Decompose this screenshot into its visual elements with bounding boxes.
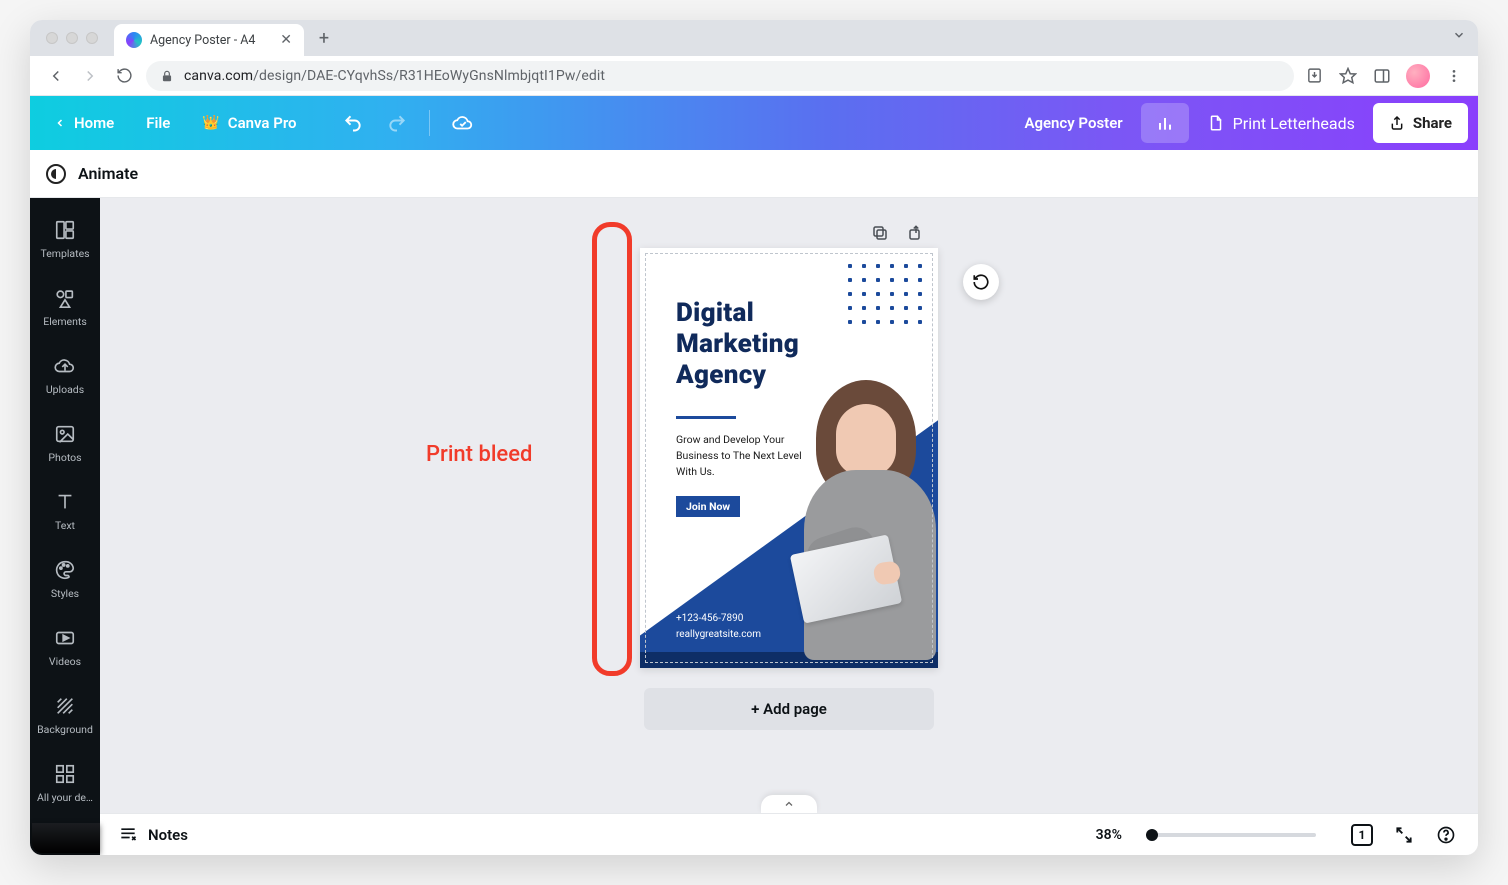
window-traffic-lights[interactable] xyxy=(38,20,106,56)
page-count-badge[interactable]: 1 xyxy=(1348,821,1376,849)
editor-stage[interactable]: Digital Marketing Agency Grow and Develo… xyxy=(100,198,1478,855)
dock-peek xyxy=(32,823,100,853)
sidebar-item-videos[interactable]: Videos xyxy=(30,614,100,680)
address-bar[interactable]: canva.com/design/DAE-CYqvhSs/R31HEoWyGns… xyxy=(146,61,1294,91)
sidebar-item-templates[interactable]: Templates xyxy=(30,206,100,272)
cloud-sync-icon[interactable] xyxy=(442,96,484,150)
page-tray-handle[interactable] xyxy=(761,795,817,813)
tab-title: Agency Poster - A4 xyxy=(150,33,272,48)
file-menu[interactable]: File xyxy=(132,96,184,150)
canvas-page[interactable]: Digital Marketing Agency Grow and Develo… xyxy=(640,248,938,668)
forward-button xyxy=(78,64,102,88)
lock-icon xyxy=(160,69,174,83)
redo-button xyxy=(377,96,417,150)
bookmark-star-icon[interactable] xyxy=(1338,66,1358,86)
context-toolbar: Animate xyxy=(30,150,1478,198)
left-sidebar: Templates Elements Uploads Photos Text S… xyxy=(30,198,100,855)
zoom-slider[interactable] xyxy=(1146,833,1316,837)
zoom-level[interactable]: 38% xyxy=(1096,827,1122,843)
poster-design: Digital Marketing Agency Grow and Develo… xyxy=(640,248,938,668)
reload-button[interactable] xyxy=(112,64,136,88)
document-name[interactable]: Agency Poster xyxy=(1010,114,1136,132)
notes-button[interactable]: Notes xyxy=(118,825,188,845)
add-page-button[interactable]: + Add page xyxy=(644,688,934,730)
dot-pattern xyxy=(846,262,924,326)
annotation-highlight xyxy=(592,222,632,676)
kebab-menu-icon[interactable] xyxy=(1444,66,1464,86)
animate-icon xyxy=(46,164,66,184)
canva-favicon xyxy=(126,32,142,48)
editor-footer: Notes 38% 1 xyxy=(100,813,1478,855)
sidebar-item-uploads[interactable]: Uploads xyxy=(30,342,100,408)
animate-button[interactable]: Animate xyxy=(78,164,138,183)
sidebar-item-background[interactable]: Background xyxy=(30,682,100,748)
tabs-chevron-down-icon[interactable] xyxy=(1452,28,1466,42)
annotation-label: Print bleed xyxy=(426,442,532,467)
url-text: canva.com/design/DAE-CYqvhSs/R31HEoWyGns… xyxy=(184,68,605,84)
poster-person-image[interactable] xyxy=(774,356,938,656)
sidebar-item-elements[interactable]: Elements xyxy=(30,274,100,340)
browser-tab-active[interactable]: Agency Poster - A4 ✕ xyxy=(114,24,304,56)
crown-icon: 👑 xyxy=(202,115,219,131)
fullscreen-button[interactable] xyxy=(1390,821,1418,849)
browser-window: Agency Poster - A4 ✕ + canva.com/design/… xyxy=(30,20,1478,855)
new-tab-button[interactable]: + xyxy=(310,24,338,52)
sidebar-item-styles[interactable]: Styles xyxy=(30,546,100,612)
profile-avatar[interactable] xyxy=(1406,64,1430,88)
canva-pro-button[interactable]: 👑Canva Pro xyxy=(188,96,310,150)
help-button[interactable] xyxy=(1432,821,1460,849)
home-button[interactable]: Home xyxy=(40,96,128,150)
regenerate-button[interactable] xyxy=(963,264,999,300)
print-letterheads-button[interactable]: Print Letterheads xyxy=(1193,103,1369,143)
page-controls xyxy=(871,224,925,242)
poster-phone[interactable]: +123-456-7890 xyxy=(676,613,743,624)
browser-toolbar: canva.com/design/DAE-CYqvhSs/R31HEoWyGns… xyxy=(30,56,1478,96)
back-button[interactable] xyxy=(44,64,68,88)
sidebar-item-photos[interactable]: Photos xyxy=(30,410,100,476)
poster-website[interactable]: reallygreatsite.com xyxy=(676,629,761,640)
insights-button[interactable] xyxy=(1141,103,1189,143)
close-icon[interactable]: ✕ xyxy=(280,32,292,48)
undo-button[interactable] xyxy=(333,96,373,150)
browser-tabstrip: Agency Poster - A4 ✕ + xyxy=(30,20,1478,56)
duplicate-page-icon[interactable] xyxy=(871,224,889,242)
canva-topbar: Home File 👑Canva Pro Agency Poster Print… xyxy=(30,96,1478,150)
share-button[interactable]: Share xyxy=(1373,103,1468,143)
poster-cta-button[interactable]: Join Now xyxy=(676,496,740,517)
sidebar-item-text[interactable]: Text xyxy=(30,478,100,544)
sidebar-item-all-designs[interactable]: All your de… xyxy=(30,750,100,816)
install-icon[interactable] xyxy=(1304,66,1324,86)
export-page-icon[interactable] xyxy=(907,224,925,242)
side-panel-icon[interactable] xyxy=(1372,66,1392,86)
